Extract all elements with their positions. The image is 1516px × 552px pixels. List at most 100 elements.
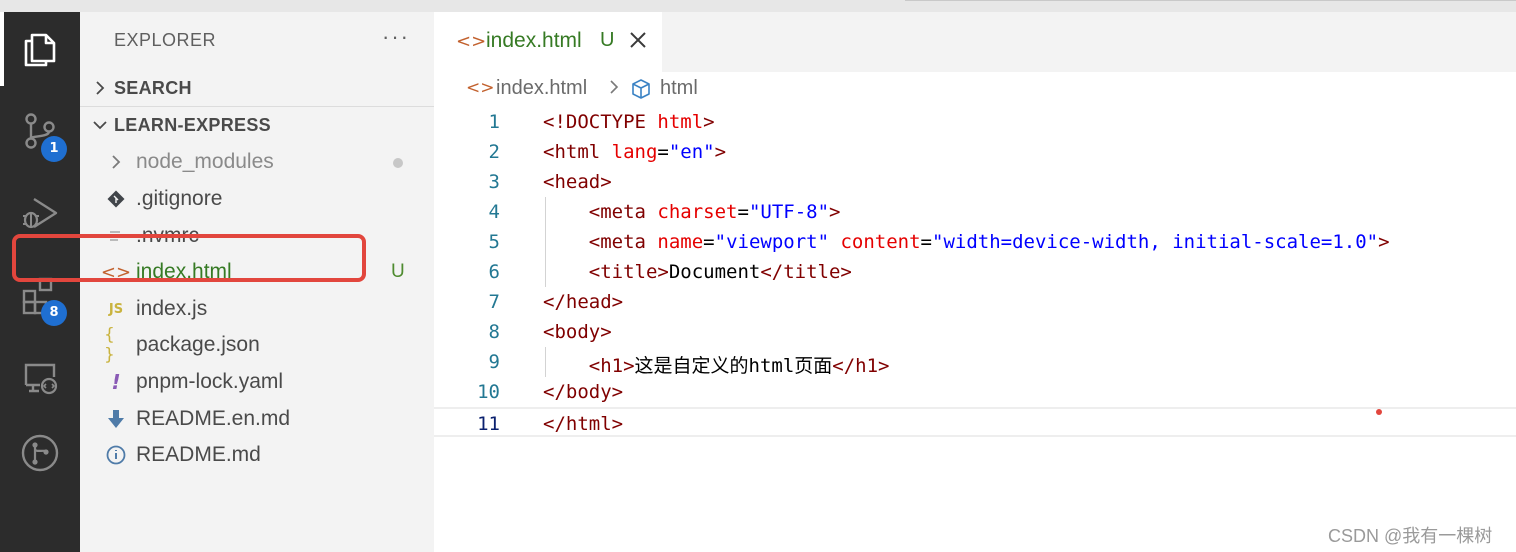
code-token: <html	[543, 141, 612, 163]
code-token: >	[829, 201, 841, 223]
code-token: =	[657, 141, 669, 163]
annotation-dot	[1376, 409, 1382, 415]
code-token: Document	[668, 261, 761, 283]
tree-item-label: .gitignore	[136, 187, 223, 210]
tab-untracked-status: U	[600, 29, 615, 51]
code-text: <head>	[543, 171, 612, 193]
html-icon: <>	[466, 78, 495, 98]
tree-item-label: index.js	[136, 297, 208, 320]
code-line[interactable]: 4 <meta charset="UTF-8">	[434, 197, 1516, 227]
code-token: >	[1378, 231, 1390, 253]
code-token: charset	[657, 201, 738, 223]
code-token: "UTF-8"	[748, 201, 830, 223]
html-icon: <>	[100, 261, 132, 283]
remote-explorer-icon	[24, 363, 58, 395]
line-number: 7	[488, 291, 500, 313]
more-actions-button[interactable]: ···	[382, 24, 410, 50]
symbol-cube-icon	[632, 79, 650, 99]
code-line[interactable]: 10 </body>	[434, 377, 1516, 407]
code-token: =	[737, 201, 749, 223]
chevron-right-icon	[610, 80, 619, 94]
activity-git-graph[interactable]	[0, 416, 80, 490]
json-icon: { }	[104, 325, 115, 365]
code-token: <meta	[588, 201, 658, 223]
code-line[interactable]: 6 <title>Document</title>	[434, 257, 1516, 287]
line-number: 1	[488, 111, 500, 133]
tab-bar: <> index.html U	[434, 12, 1516, 72]
code-line[interactable]: 1 <!DOCTYPE html>	[434, 107, 1516, 137]
tree-item-label: README.en.md	[136, 407, 291, 430]
project-section-label: LEARN-EXPRESS	[114, 115, 271, 135]
chevron-right-icon	[104, 150, 128, 174]
code-line[interactable]: 7 </head>	[434, 287, 1516, 317]
extensions-badge: 8	[41, 300, 67, 326]
breadcrumb-file[interactable]: index.html	[496, 77, 587, 100]
activity-explorer[interactable]	[0, 12, 80, 86]
download-arrow-icon	[104, 407, 128, 431]
activity-remote-explorer[interactable]	[0, 340, 80, 414]
activity-run-debug[interactable]	[0, 176, 80, 250]
code-line[interactable]: 11 </html>	[434, 407, 1516, 437]
code-token: name	[657, 231, 704, 253]
tree-item-label: pnpm-lock.yaml	[136, 370, 284, 393]
line-number: 6	[488, 261, 500, 283]
watermark: CSDN @我有一棵树	[1328, 526, 1493, 546]
code-token: =	[703, 231, 715, 253]
code-token: </body>	[543, 381, 624, 403]
tree-item-gitignore[interactable]: .gitignore	[80, 181, 434, 217]
code-text: <meta charset="UTF-8">	[543, 201, 841, 223]
search-section-label: SEARCH	[114, 78, 192, 98]
tab-label: index.html	[486, 29, 582, 52]
code-line[interactable]: 5 <meta name="viewport" content="width=d…	[434, 227, 1516, 257]
code-token: >	[714, 141, 727, 163]
code-token: <h1>	[588, 355, 635, 377]
code-line[interactable]: 8 <body>	[434, 317, 1516, 347]
title-strip	[0, 0, 1516, 12]
search-section-header[interactable]: SEARCH	[80, 70, 434, 106]
breadcrumb-symbol[interactable]: html	[660, 77, 698, 100]
source-control-badge: 1	[41, 136, 67, 162]
code-token: <!DOCTYPE	[543, 111, 658, 133]
tree-item-readme-en[interactable]: README.en.md	[80, 401, 434, 437]
tree-item-nvmrc[interactable]: .nvmrc	[80, 218, 434, 254]
git-graph-icon	[21, 434, 59, 472]
info-icon	[104, 443, 128, 467]
code-token: </head>	[543, 291, 624, 313]
code-token: 这是自定义的html页面	[634, 355, 833, 377]
close-icon[interactable]	[626, 28, 650, 52]
tree-item-package-json[interactable]: { } package.json	[80, 325, 434, 365]
git-icon	[104, 187, 128, 211]
tree-item-pnpm-lock[interactable]: ! pnpm-lock.yaml	[80, 364, 434, 400]
code-token: "viewport"	[714, 231, 830, 253]
code-token: </html>	[543, 413, 624, 435]
activity-extensions[interactable]: 8	[0, 258, 80, 332]
line-number: 10	[477, 381, 500, 403]
code-text: <html lang="en">	[543, 141, 726, 163]
tree-item-node-modules[interactable]: node_modules	[80, 144, 434, 180]
code-token: >	[703, 111, 715, 133]
tree-item-index-js[interactable]: JS index.js	[80, 291, 434, 327]
code-text: </body>	[543, 381, 623, 403]
code-line[interactable]: 3 <head>	[434, 167, 1516, 197]
tree-item-label: node_modules	[136, 150, 274, 173]
code-text: </html>	[543, 413, 623, 435]
code-token: <body>	[543, 321, 612, 343]
tree-item-label: package.json	[136, 333, 260, 356]
tree-item-label: .nvmrc	[136, 224, 199, 247]
tree-item-readme[interactable]: README.md	[80, 437, 434, 473]
tab-index-html[interactable]: <> index.html U	[434, 12, 662, 72]
line-number: 4	[488, 201, 500, 223]
tree-item-label: index.html	[136, 260, 232, 283]
project-section-header[interactable]: LEARN-EXPRESS	[80, 107, 434, 143]
tree-item-index-html[interactable]: <> index.html U	[80, 254, 434, 290]
line-number: 2	[488, 141, 500, 163]
activity-source-control[interactable]: 1	[0, 94, 80, 168]
code-line[interactable]: 9 <h1>这是自定义的html页面</h1>	[434, 347, 1516, 377]
code-token: content	[840, 231, 921, 253]
code-line[interactable]: 2 <html lang="en">	[434, 137, 1516, 167]
code-text: <!DOCTYPE html>	[543, 111, 715, 133]
editor-area: <> index.html U <> index.html html 1 <!DO…	[434, 12, 1516, 552]
